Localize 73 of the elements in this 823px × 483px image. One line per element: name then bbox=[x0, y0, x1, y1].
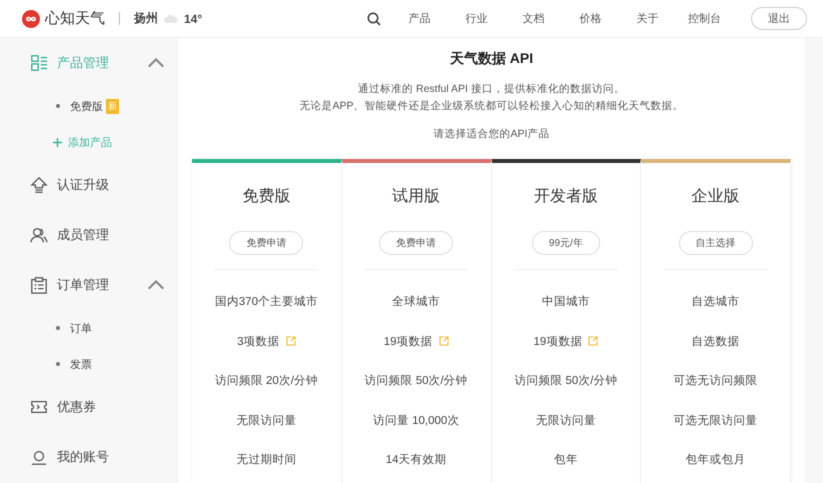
logout-button[interactable]: 退出 bbox=[751, 7, 807, 30]
plan-feature: 全球城市 bbox=[392, 294, 440, 310]
external-link-icon[interactable] bbox=[286, 336, 296, 346]
plan-feature: 国内370个主要城市 bbox=[214, 294, 318, 310]
plan-button[interactable]: 免费申请 bbox=[379, 231, 454, 255]
sidebar-item[interactable]: 订单管理 bbox=[0, 260, 174, 310]
bullet-icon bbox=[56, 326, 60, 330]
external-link-icon[interactable] bbox=[438, 336, 449, 346]
plan-feature: 自选数据 bbox=[692, 334, 740, 349]
plan-name: 免费版 bbox=[242, 186, 290, 207]
logo-icon bbox=[22, 10, 40, 28]
plan-feature: 可选无限访问量 bbox=[674, 413, 758, 428]
plan-name: 企业版 bbox=[692, 186, 740, 207]
cloud-icon bbox=[164, 14, 178, 23]
page-title: 天气数据 API bbox=[450, 50, 534, 68]
plan-feature: 无限访问量 bbox=[536, 413, 596, 428]
sidebar-item[interactable]: 我的账号 bbox=[0, 432, 174, 482]
new-badge: 新 bbox=[106, 98, 119, 114]
plan-feature: 访问频限 50次/分钟 bbox=[514, 373, 618, 388]
plan-feature: 访问频限 20次/分钟 bbox=[214, 373, 318, 388]
nav-link[interactable]: 价格 bbox=[562, 11, 619, 26]
plan-feature: 包年 bbox=[554, 452, 578, 468]
people-icon bbox=[30, 226, 48, 244]
sidebar-item[interactable]: 优惠券 bbox=[0, 382, 174, 432]
plan-name: 开发者版 bbox=[534, 186, 598, 207]
search-icon[interactable] bbox=[367, 12, 381, 26]
plan-feature: 19项数据 bbox=[533, 334, 582, 349]
prompt-text: 请选择适合您的API产品 bbox=[434, 127, 550, 142]
plan-button[interactable]: 自主选择 bbox=[678, 231, 753, 255]
sidebar-label: 优惠券 bbox=[57, 398, 96, 416]
plus-icon bbox=[53, 138, 62, 146]
description-text: 通过标准的 Restful API 接口，提供标准化的数据访问。 bbox=[357, 82, 626, 97]
ticket-icon bbox=[30, 398, 48, 416]
brand-name[interactable]: 心知天气 bbox=[45, 9, 105, 28]
plan-feature: 包年或包月 bbox=[686, 452, 746, 468]
plan-button[interactable]: 免费申请 bbox=[229, 231, 304, 255]
external-link-icon[interactable] bbox=[588, 336, 598, 346]
plan-feature: 访问频限 50次/分钟 bbox=[364, 373, 468, 388]
nav-link[interactable]: 关于 bbox=[619, 11, 676, 26]
submenu-item[interactable]: 发票 bbox=[70, 356, 92, 372]
sidebar-item[interactable]: 认证升级 bbox=[0, 160, 174, 210]
city-name[interactable]: 扬州 bbox=[134, 10, 158, 27]
sidebar-label: 订单管理 bbox=[57, 276, 109, 294]
description-text: 无论是APP、智能硬件还是企业级系统都可以轻松接入心知的精细化天气数据。 bbox=[299, 99, 684, 114]
plan-feature: 访问量 10,000次 bbox=[372, 413, 460, 428]
plan-feature: 自选城市 bbox=[692, 294, 740, 310]
plan-feature: 3项数据 bbox=[237, 334, 280, 349]
plan-feature: 中国城市 bbox=[542, 294, 590, 310]
sidebar-label: 产品管理 bbox=[57, 54, 109, 72]
plan-feature: 无限访问量 bbox=[236, 413, 296, 428]
sidebar-label: 认证升级 bbox=[57, 176, 109, 194]
plan-name: 试用版 bbox=[392, 186, 440, 207]
upload-arrow-icon bbox=[30, 176, 48, 194]
clipboard-icon bbox=[30, 276, 48, 294]
plan-feature: 19项数据 bbox=[384, 334, 433, 349]
submenu-item[interactable]: 免费版 bbox=[70, 98, 103, 114]
plan-feature: 14天有效期 bbox=[386, 452, 447, 468]
sidebar-item[interactable]: 成员管理 bbox=[0, 210, 174, 260]
nav-link[interactable]: 行业 bbox=[448, 11, 505, 26]
plan-feature: 无过期时间 bbox=[236, 452, 296, 468]
submenu-item[interactable]: 订单 bbox=[70, 320, 92, 336]
user-icon bbox=[30, 448, 48, 466]
nav-link[interactable]: 文档 bbox=[505, 11, 562, 26]
plan-button[interactable]: 99元/年 bbox=[532, 231, 600, 255]
bullet-icon bbox=[56, 104, 60, 108]
sidebar-label: 我的账号 bbox=[57, 448, 109, 466]
plan-feature: 可选无访问频限 bbox=[674, 373, 758, 388]
bullet-icon bbox=[56, 362, 60, 366]
nav-link[interactable]: 产品 bbox=[391, 11, 448, 26]
nav-link[interactable]: 控制台 bbox=[676, 11, 733, 26]
grid-icon bbox=[30, 54, 48, 72]
temperature: 14° bbox=[184, 12, 202, 26]
sidebar-label: 成员管理 bbox=[57, 226, 109, 244]
